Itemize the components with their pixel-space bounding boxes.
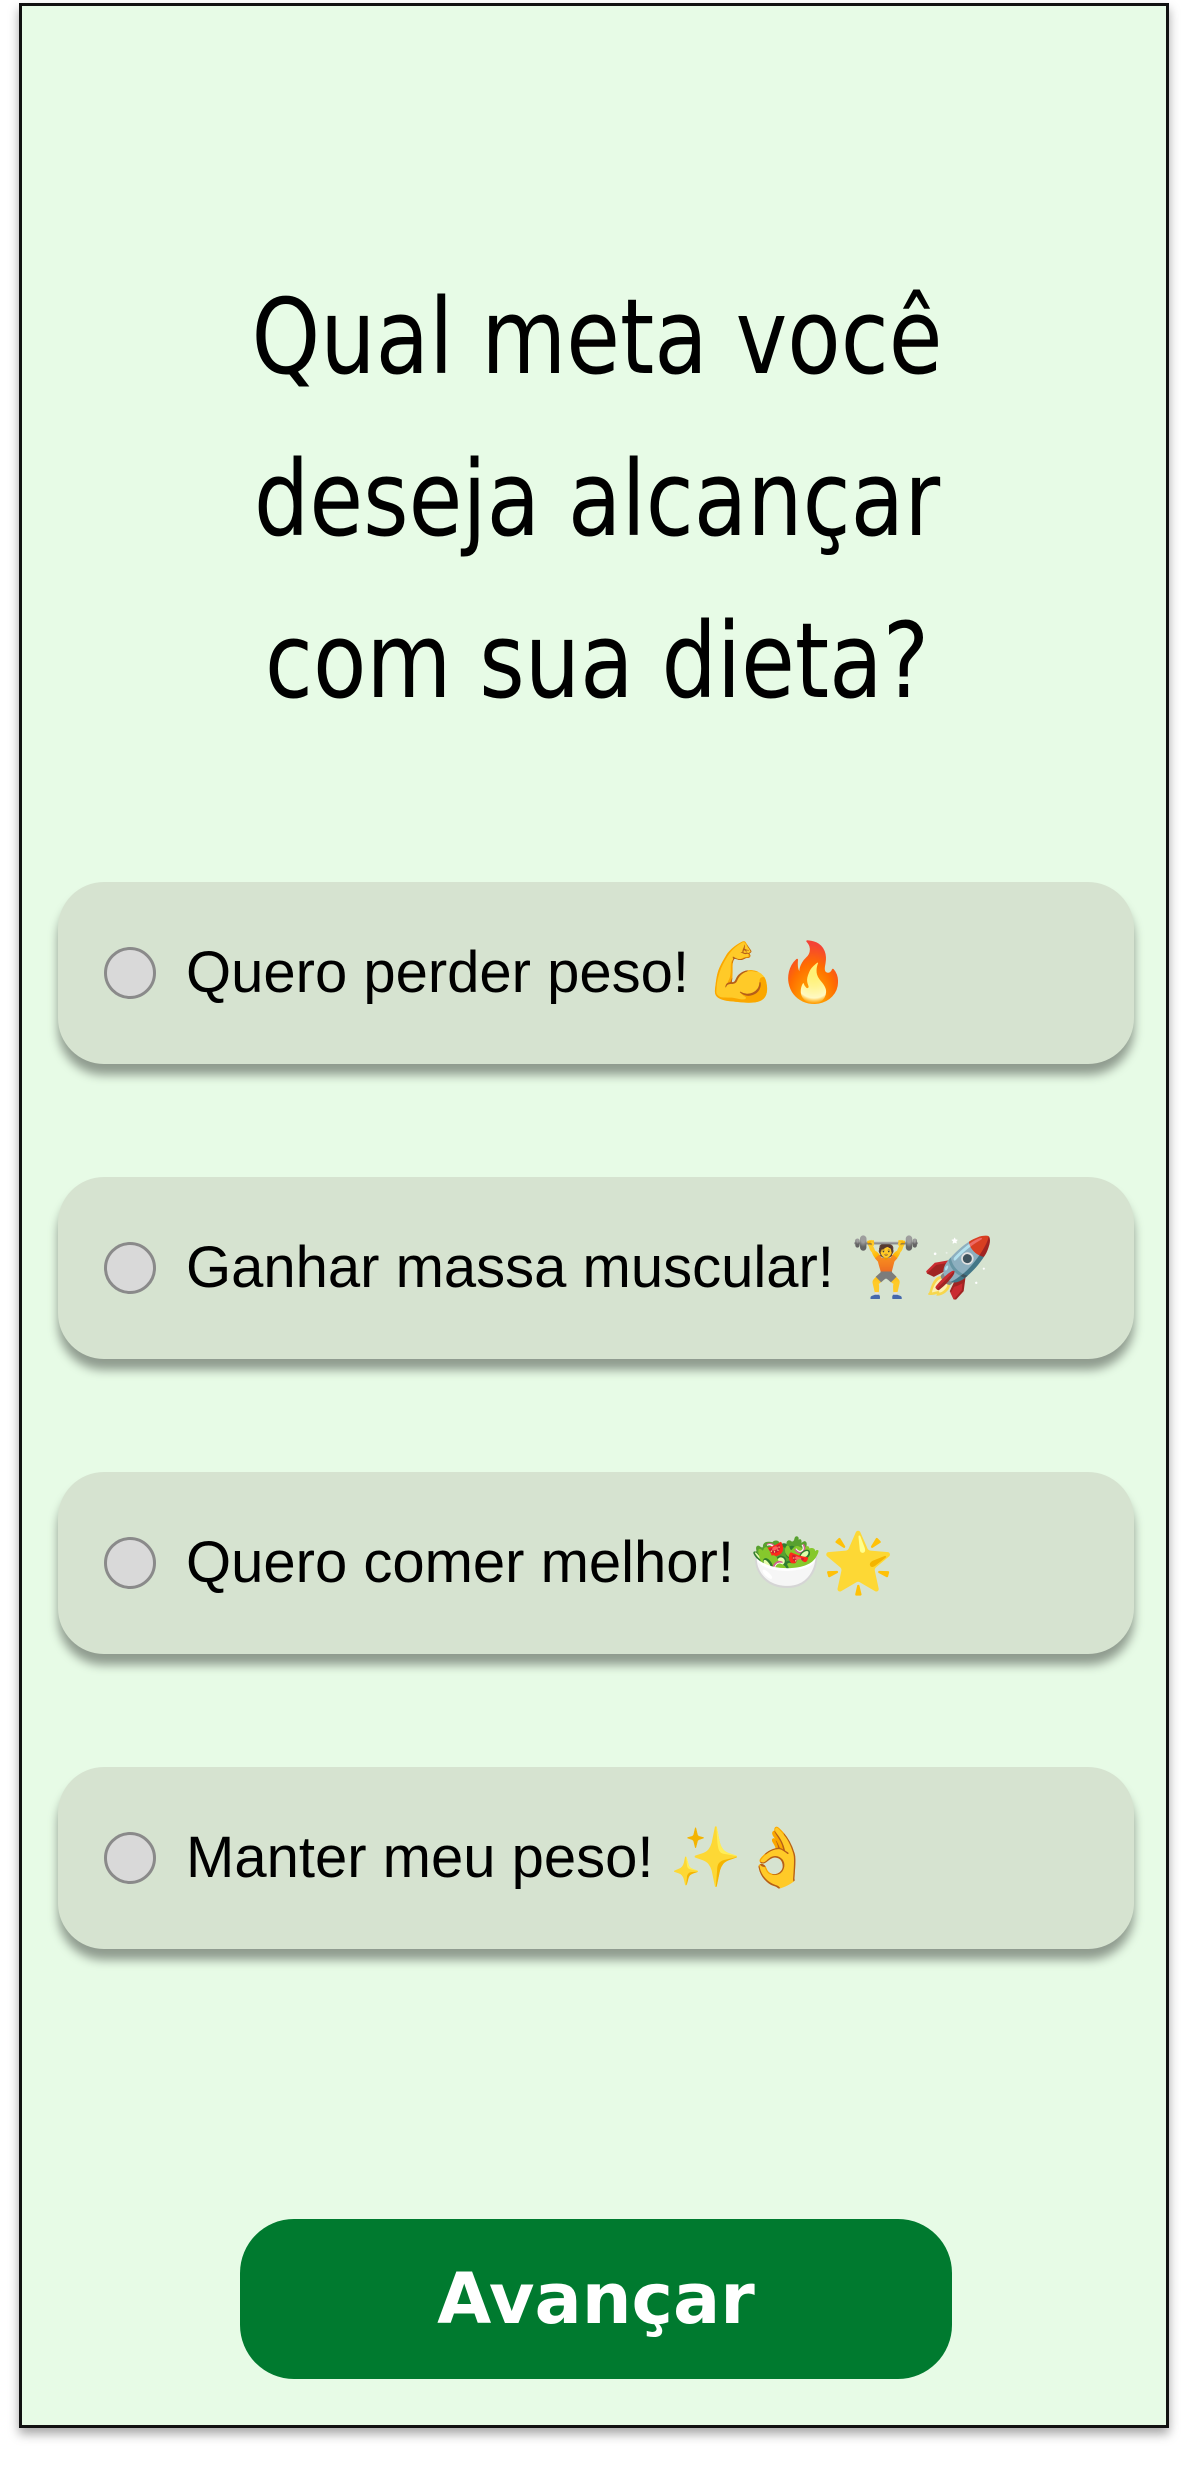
option-gain-muscle[interactable]: Ganhar massa muscular! 🏋️🚀 — [58, 1177, 1134, 1359]
option-label: Ganhar massa muscular! 🏋️🚀 — [186, 1235, 995, 1300]
radio-button[interactable] — [104, 1537, 156, 1589]
screen-frame: Qual meta você deseja alcançar com sua d… — [19, 3, 1169, 2428]
radio-button[interactable] — [104, 1242, 156, 1294]
option-maintain-weight[interactable]: Manter meu peso! ✨👌 — [58, 1767, 1134, 1949]
next-button[interactable]: Avançar — [240, 2219, 952, 2379]
option-eat-better[interactable]: Quero comer melhor! 🥗🌟 — [58, 1472, 1134, 1654]
option-label: Quero comer melhor! 🥗🌟 — [186, 1530, 895, 1595]
question-title: Qual meta você deseja alcançar com sua d… — [251, 276, 943, 722]
option-lose-weight[interactable]: Quero perder peso! 💪🔥 — [58, 882, 1134, 1064]
radio-button[interactable] — [104, 947, 156, 999]
option-label: Manter meu peso! ✨👌 — [186, 1825, 815, 1890]
radio-button[interactable] — [104, 1832, 156, 1884]
option-label: Quero perder peso! 💪🔥 — [186, 940, 850, 1005]
